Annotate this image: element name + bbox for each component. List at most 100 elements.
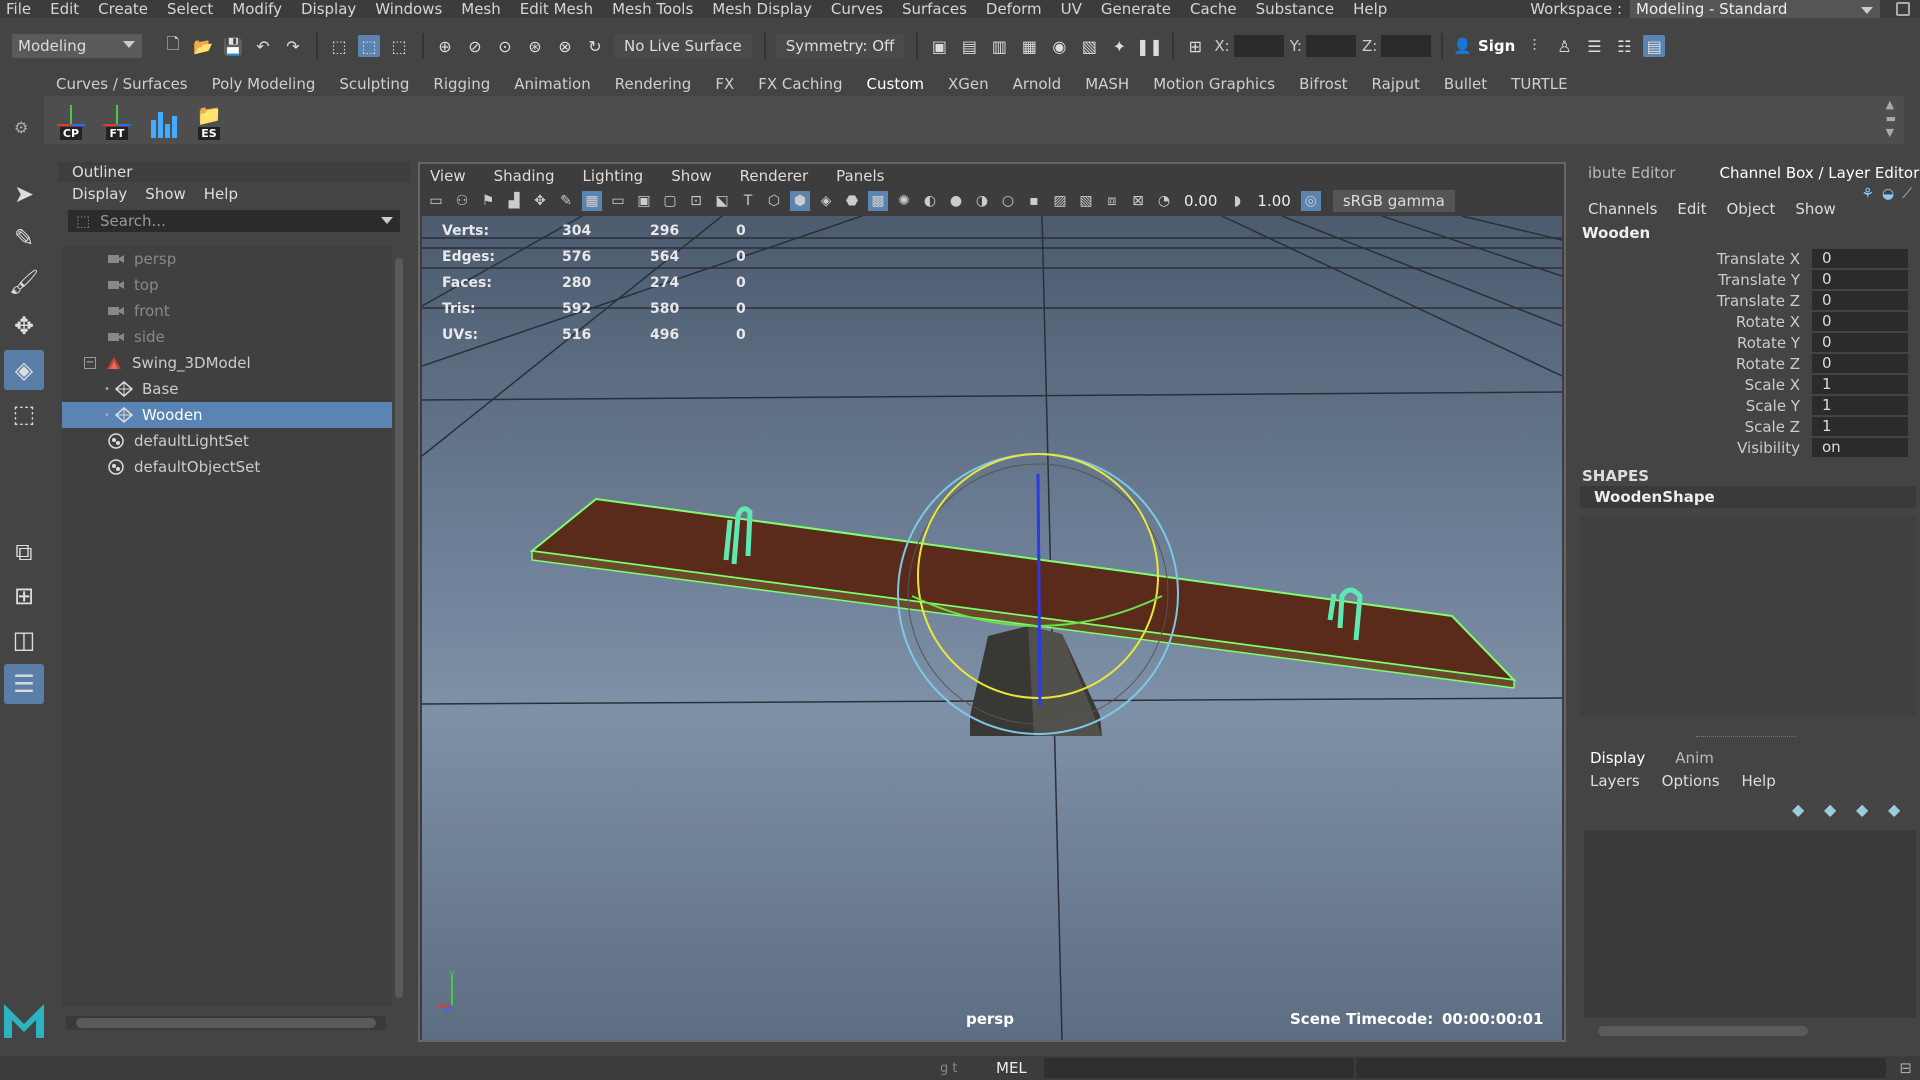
y-field[interactable]: Y: bbox=[1290, 35, 1356, 57]
workspace-dropdown[interactable]: Modeling - Standard bbox=[1630, 0, 1880, 18]
move-layer-up-icon[interactable]: ◆ bbox=[1792, 800, 1814, 819]
outliner-menu-show[interactable]: Show bbox=[145, 185, 185, 203]
outliner-item-base[interactable]: • Base bbox=[62, 376, 392, 402]
isolate-select-icon[interactable]: ▪ bbox=[1024, 191, 1044, 211]
wireframe-icon[interactable]: ⬡ bbox=[764, 191, 784, 211]
gamma-icon[interactable]: ◗ bbox=[1227, 191, 1247, 211]
shelf-tab-custom[interactable]: Custom bbox=[855, 75, 936, 93]
outliner-item-swing-3dmodel[interactable]: − Swing_3DModel bbox=[62, 350, 392, 376]
move-layer-down-icon[interactable]: ◆ bbox=[1824, 800, 1846, 819]
channel-menu-object[interactable]: Object bbox=[1726, 200, 1775, 218]
save-scene-icon[interactable]: 💾 bbox=[222, 35, 244, 57]
menu-mesh-tools[interactable]: Mesh Tools bbox=[612, 0, 693, 18]
outliner-item-side[interactable]: side bbox=[62, 324, 392, 350]
transform-icon[interactable]: ⊞ bbox=[1184, 35, 1206, 57]
new-layer-selected-icon[interactable]: ◆ bbox=[1888, 800, 1910, 819]
channel-value-field[interactable]: 0 bbox=[1812, 291, 1908, 310]
color-management-icon[interactable]: ◎ bbox=[1300, 191, 1321, 211]
gamma-value[interactable]: 1.00 bbox=[1257, 192, 1290, 210]
3d-viewport[interactable]: Verts: 304 296 0 Edges: 576 564 0 Faces: 280 274 0 T… bbox=[422, 216, 1562, 1040]
field-chart-icon[interactable]: ⊡ bbox=[686, 191, 706, 211]
outliner-item-persp[interactable]: persp bbox=[62, 246, 392, 272]
gate-mask-icon[interactable]: ▢ bbox=[660, 191, 680, 211]
image-plane-icon[interactable]: ▟ bbox=[504, 191, 524, 211]
exposure-icon[interactable]: ◔ bbox=[1154, 191, 1174, 211]
menu-generate[interactable]: Generate bbox=[1101, 0, 1171, 18]
attribute-editor-icon[interactable]: ☰ bbox=[1583, 35, 1605, 57]
menu-windows[interactable]: Windows bbox=[375, 0, 442, 18]
shelf-tab-motion-graphics[interactable]: Motion Graphics bbox=[1141, 75, 1287, 93]
outliner-menu-help[interactable]: Help bbox=[204, 185, 238, 203]
symmetry-dropdown[interactable]: Symmetry: Off bbox=[775, 34, 905, 58]
tab-attribute-editor[interactable]: ibute Editor bbox=[1576, 164, 1687, 182]
xray-icon[interactable]: ▨ bbox=[1050, 191, 1070, 211]
tool-settings-icon[interactable]: ☷ bbox=[1613, 35, 1635, 57]
channel-value-field[interactable]: 0 bbox=[1812, 249, 1908, 268]
paint-select-icon[interactable]: 🖌 bbox=[4, 262, 44, 302]
render-view-icon[interactable]: ▣ bbox=[928, 35, 950, 57]
viewport-menu-lighting[interactable]: Lighting bbox=[583, 167, 644, 185]
menu-mesh[interactable]: Mesh bbox=[461, 0, 501, 18]
xray-joints-icon[interactable]: ▧ bbox=[1076, 191, 1096, 211]
grid-icon[interactable]: ▦ bbox=[582, 191, 602, 211]
channel-value-field[interactable]: 0 bbox=[1812, 312, 1908, 331]
manipulator-icon[interactable]: ⚘ bbox=[1861, 186, 1874, 202]
channel-name[interactable]: Translate Z bbox=[1576, 292, 1812, 310]
shelf-tab-arnold[interactable]: Arnold bbox=[1001, 75, 1074, 93]
channel-menu-show[interactable]: Show bbox=[1795, 200, 1835, 218]
viewport-menu-view[interactable]: View bbox=[430, 167, 466, 185]
channel-value-field[interactable]: 1 bbox=[1812, 417, 1908, 436]
menu-surfaces[interactable]: Surfaces bbox=[902, 0, 967, 18]
x-field[interactable]: X: bbox=[1214, 35, 1284, 57]
outliner-search[interactable]: ⬚ Search... bbox=[68, 210, 400, 232]
outliner-item-front[interactable]: front bbox=[62, 298, 392, 324]
tab-channel-box[interactable]: Channel Box / Layer Editor bbox=[1707, 164, 1920, 182]
render-setup-icon[interactable]: ▧ bbox=[1078, 35, 1100, 57]
mel-toggle[interactable]: MEL bbox=[996, 1059, 1027, 1077]
channel-name[interactable]: Rotate Z bbox=[1576, 355, 1812, 373]
motion-blur-icon[interactable]: ◑ bbox=[972, 191, 992, 211]
menu-curves[interactable]: Curves bbox=[831, 0, 883, 18]
shelf-tab-fx-caching[interactable]: FX Caching bbox=[746, 75, 854, 93]
menu-display[interactable]: Display bbox=[301, 0, 356, 18]
shelf-tab-xgen[interactable]: XGen bbox=[936, 75, 1001, 93]
shelf-tab-mash[interactable]: MASH bbox=[1073, 75, 1141, 93]
shelf-tab-bullet[interactable]: Bullet bbox=[1432, 75, 1499, 93]
menu-select[interactable]: Select bbox=[167, 0, 213, 18]
menu-edit[interactable]: Edit bbox=[50, 0, 79, 18]
shelf-gear-icon[interactable]: ⚙ bbox=[14, 118, 28, 137]
2d-pan-icon[interactable]: ✥ bbox=[530, 191, 550, 211]
menu-deform[interactable]: Deform bbox=[986, 0, 1042, 18]
expand-collapse-icon[interactable]: − bbox=[84, 357, 96, 369]
select-hierarchy-icon[interactable]: ⬚ bbox=[328, 35, 350, 57]
bookmark-icon[interactable]: ⚑ bbox=[478, 191, 498, 211]
shelf-ft-button[interactable]: FT bbox=[98, 100, 136, 140]
shelf-tab-fx[interactable]: FX bbox=[703, 75, 746, 93]
backface-icon[interactable]: ⊠ bbox=[1128, 191, 1148, 211]
shelf-tab-poly-modeling[interactable]: Poly Modeling bbox=[200, 75, 328, 93]
channel-name[interactable]: Rotate X bbox=[1576, 313, 1812, 331]
menu-modify[interactable]: Modify bbox=[232, 0, 282, 18]
shelf-es-button[interactable]: 📁 ES bbox=[190, 100, 228, 140]
ipr-render-icon[interactable]: ▥ bbox=[988, 35, 1010, 57]
film-gate-icon[interactable]: ▭ bbox=[608, 191, 628, 211]
anti-alias-icon[interactable]: ○ bbox=[998, 191, 1018, 211]
color-space-dropdown[interactable]: sRGB gamma bbox=[1332, 190, 1455, 212]
four-layout-icon[interactable]: ⊞ bbox=[4, 576, 44, 616]
textured-icon[interactable]: ▩ bbox=[868, 191, 888, 211]
outliner-layout-icon[interactable]: ☰ bbox=[4, 664, 44, 704]
live-surface-field[interactable]: No Live Surface bbox=[614, 34, 752, 58]
channel-name[interactable]: Scale Z bbox=[1576, 418, 1812, 436]
shelf-tab-bifrost[interactable]: Bifrost bbox=[1287, 75, 1359, 93]
snap-curve-icon[interactable]: ⊘ bbox=[464, 35, 486, 57]
single-layout-icon[interactable]: ⧉ bbox=[4, 532, 44, 572]
channel-value-field[interactable]: 0 bbox=[1812, 333, 1908, 352]
shelf-tab-curves-surfaces[interactable]: Curves / Surfaces bbox=[44, 75, 200, 93]
outliner-vscroll[interactable] bbox=[392, 246, 406, 1006]
layer-list[interactable] bbox=[1584, 830, 1916, 1018]
grease-pencil-icon[interactable]: ✎ bbox=[556, 191, 576, 211]
filter-icon[interactable]: ⬚ bbox=[76, 212, 90, 230]
resolution-gate-icon[interactable]: ▣ bbox=[634, 191, 654, 211]
channel-name[interactable]: Scale X bbox=[1576, 376, 1812, 394]
open-scene-icon[interactable]: 📂 bbox=[192, 35, 214, 57]
